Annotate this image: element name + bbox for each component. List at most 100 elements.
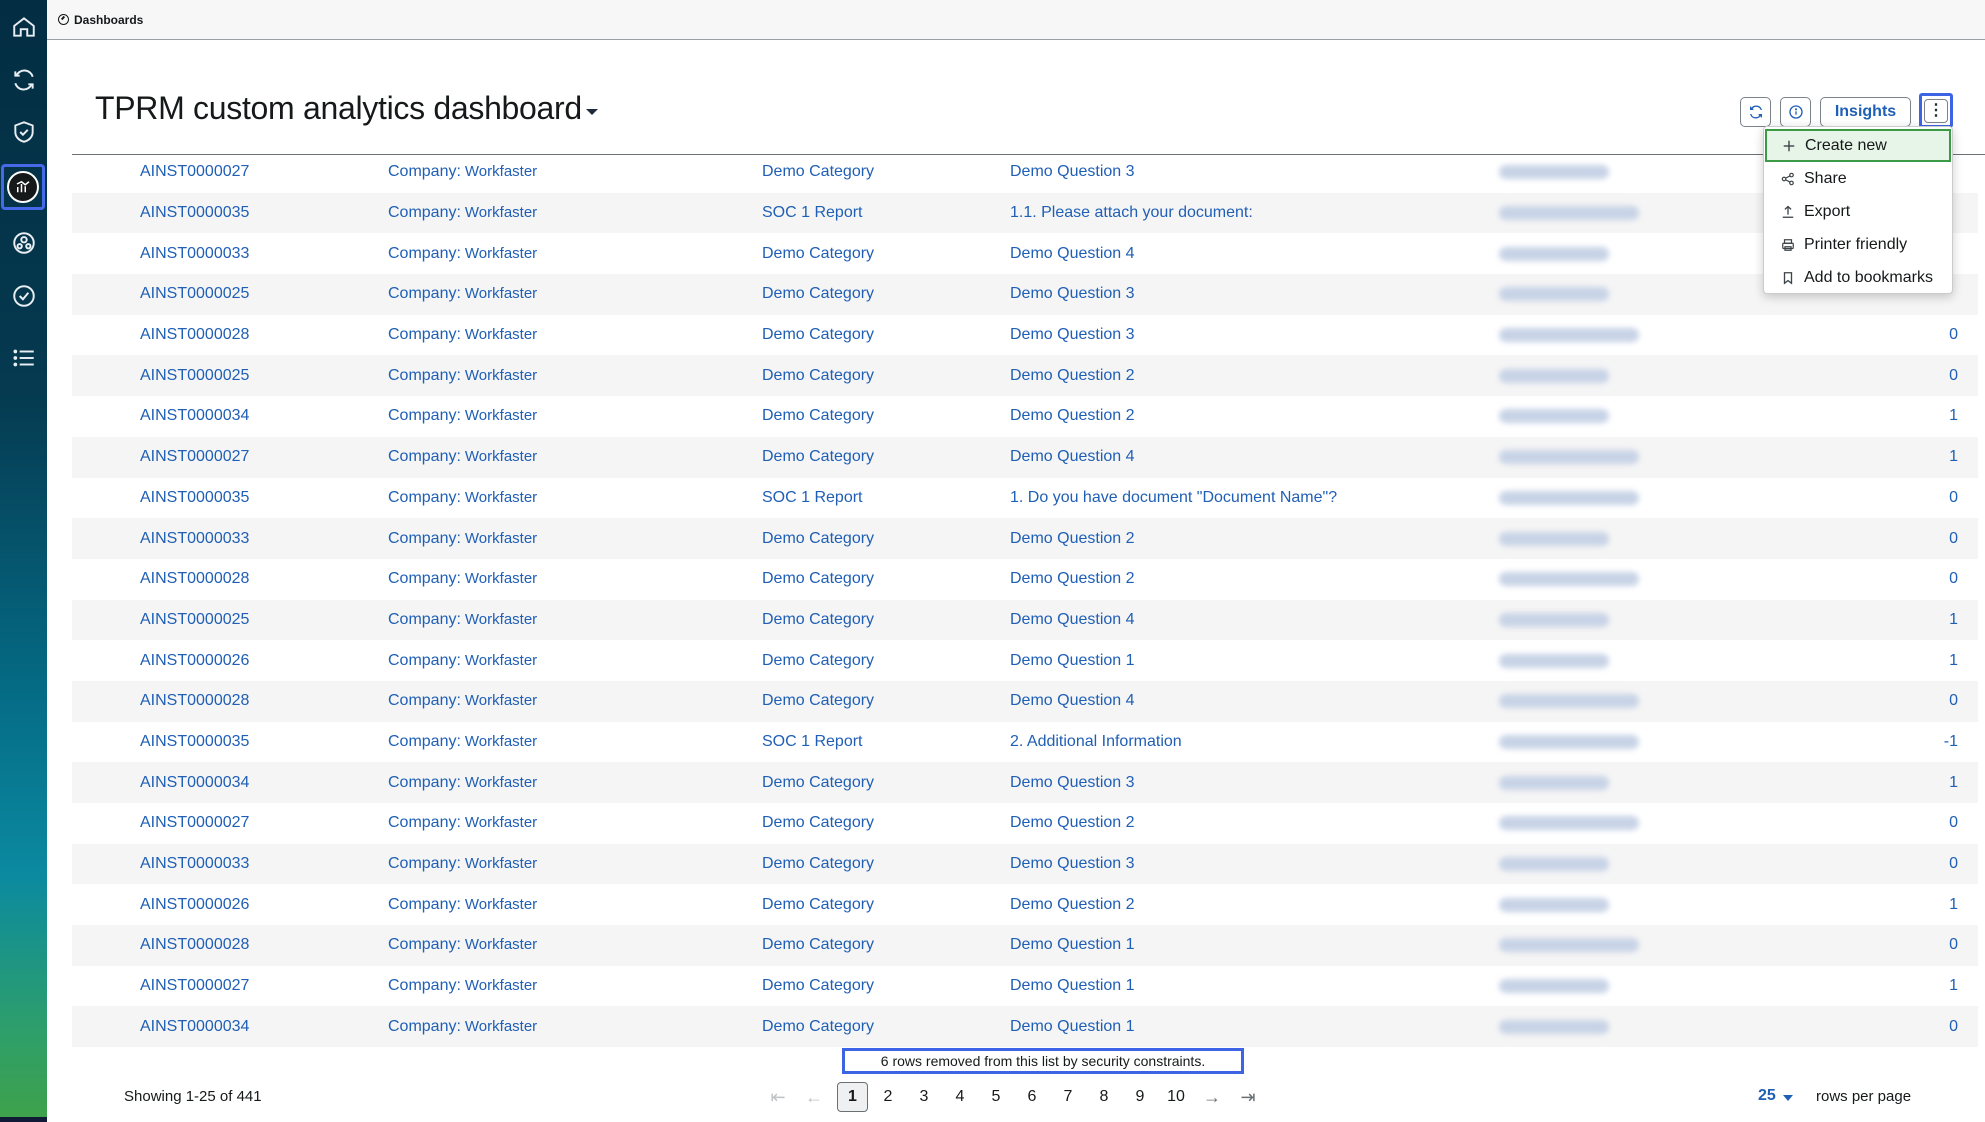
table-row[interactable]: AINST0000026 Company: Workfaster Demo Categ… — [72, 640, 1978, 681]
shield-check-icon[interactable] — [0, 107, 47, 157]
instance-id-link[interactable]: AINST0000027 — [140, 814, 249, 832]
score-value[interactable]: 0 — [1949, 367, 1958, 385]
score-value[interactable]: 0 — [1949, 489, 1958, 507]
list-menu-icon[interactable] — [0, 333, 47, 383]
company-cell[interactable]: Company: Workfaster — [388, 326, 537, 344]
category-link[interactable]: Demo Category — [762, 692, 874, 710]
score-value[interactable]: 1 — [1949, 652, 1958, 670]
question-link[interactable]: Demo Question 3 — [1010, 163, 1135, 181]
insights-button[interactable]: Insights — [1820, 97, 1911, 127]
page-button[interactable]: 3 — [906, 1088, 942, 1106]
question-link[interactable]: Demo Question 4 — [1010, 611, 1135, 629]
first-page-icon[interactable]: ⇤ — [760, 1087, 796, 1108]
score-value[interactable]: 1 — [1949, 407, 1958, 425]
category-link[interactable]: Demo Category — [762, 448, 874, 466]
score-value[interactable]: -1 — [1944, 733, 1958, 751]
question-link[interactable]: Demo Question 2 — [1010, 570, 1135, 588]
company-cell[interactable]: Company: Workfaster — [388, 733, 537, 751]
category-link[interactable]: Demo Category — [762, 163, 874, 181]
table-row[interactable]: AINST0000027 Company: Workfaster Demo Categ… — [72, 436, 1978, 478]
company-cell[interactable]: Company: Workfaster — [388, 855, 537, 873]
page-button[interactable]: 9 — [1122, 1088, 1158, 1106]
company-cell[interactable]: Company: Workfaster — [388, 570, 537, 588]
instance-id-link[interactable]: AINST0000026 — [140, 896, 249, 914]
question-link[interactable]: Demo Question 3 — [1010, 285, 1135, 303]
page-button[interactable]: 5 — [978, 1088, 1014, 1106]
score-value[interactable]: 0 — [1949, 855, 1958, 873]
question-link[interactable]: Demo Question 3 — [1010, 855, 1135, 873]
company-cell[interactable]: Company: Workfaster — [388, 245, 537, 263]
company-cell[interactable]: Company: Workfaster — [388, 814, 537, 832]
category-link[interactable]: Demo Category — [762, 855, 874, 873]
rows-per-page-caret-icon[interactable] — [1783, 1095, 1793, 1101]
score-value[interactable]: 0 — [1949, 692, 1958, 710]
instance-id-link[interactable]: AINST0000035 — [140, 489, 249, 507]
category-link[interactable]: Demo Category — [762, 1018, 874, 1036]
table-row[interactable]: AINST0000035 Company: Workfaster SOC 1 Repo… — [72, 192, 1978, 234]
instance-id-link[interactable]: AINST0000034 — [140, 774, 249, 792]
category-link[interactable]: Demo Category — [762, 326, 874, 344]
category-link[interactable]: SOC 1 Report — [762, 489, 862, 507]
question-link[interactable]: Demo Question 2 — [1010, 530, 1135, 548]
table-row[interactable]: AINST0000034 Company: Workfaster Demo Categ… — [72, 396, 1978, 437]
table-row[interactable]: AINST0000027 Company: Workfaster Demo Categ… — [72, 803, 1978, 844]
company-cell[interactable]: Company: Workfaster — [388, 285, 537, 303]
instance-id-link[interactable]: AINST0000034 — [140, 1018, 249, 1036]
dashboard-switcher-caret-icon[interactable] — [586, 109, 598, 115]
menu-item-share[interactable]: Share — [1764, 162, 1952, 195]
score-value[interactable]: 0 — [1949, 814, 1958, 832]
category-link[interactable]: Demo Category — [762, 774, 874, 792]
category-link[interactable]: Demo Category — [762, 814, 874, 832]
question-link[interactable]: Demo Question 2 — [1010, 367, 1135, 385]
score-value[interactable]: 0 — [1949, 326, 1958, 344]
score-value[interactable]: 0 — [1949, 936, 1958, 954]
score-value[interactable]: 0 — [1949, 530, 1958, 548]
check-circle-icon[interactable] — [0, 271, 47, 321]
rows-per-page-select[interactable]: 25 — [1758, 1087, 1776, 1105]
instance-id-link[interactable]: AINST0000025 — [140, 285, 249, 303]
question-link[interactable]: Demo Question 1 — [1010, 652, 1135, 670]
table-row[interactable]: AINST0000033 Company: Workfaster Demo Categ… — [72, 518, 1978, 559]
category-link[interactable]: Demo Category — [762, 570, 874, 588]
category-link[interactable]: SOC 1 Report — [762, 733, 862, 751]
menu-item-printer-friendly[interactable]: Printer friendly — [1764, 228, 1952, 261]
question-link[interactable]: Demo Question 2 — [1010, 814, 1135, 832]
category-link[interactable]: Demo Category — [762, 285, 874, 303]
instance-id-link[interactable]: AINST0000035 — [140, 733, 249, 751]
score-value[interactable]: 1 — [1949, 977, 1958, 995]
company-cell[interactable]: Company: Workfaster — [388, 896, 537, 914]
company-cell[interactable]: Company: Workfaster — [388, 489, 537, 507]
instance-id-link[interactable]: AINST0000033 — [140, 245, 249, 263]
table-row[interactable]: AINST0000028 Company: Workfaster Demo Categ… — [72, 559, 1978, 600]
table-row[interactable]: AINST0000035 Company: Workfaster SOC 1 Repo… — [72, 478, 1978, 519]
question-link[interactable]: Demo Question 1 — [1010, 977, 1135, 995]
question-link[interactable]: Demo Question 4 — [1010, 448, 1135, 466]
instance-id-link[interactable]: AINST0000025 — [140, 611, 249, 629]
menu-item-create-new[interactable]: Create new — [1765, 129, 1951, 162]
table-row[interactable]: AINST0000033 Company: Workfaster Demo Categ… — [72, 843, 1978, 885]
instance-id-link[interactable]: AINST0000033 — [140, 855, 249, 873]
category-link[interactable]: Demo Category — [762, 611, 874, 629]
table-row[interactable]: AINST0000033 Company: Workfaster Demo Categ… — [72, 233, 1978, 274]
instance-id-link[interactable]: AINST0000027 — [140, 977, 249, 995]
previous-page-icon[interactable]: ← — [796, 1087, 832, 1108]
company-cell[interactable]: Company: Workfaster — [388, 407, 537, 425]
table-row[interactable]: AINST0000025 Company: Workfaster Demo Categ… — [72, 355, 1978, 397]
vendor-network-icon[interactable] — [0, 218, 47, 268]
table-row[interactable]: AINST0000034 Company: Workfaster Demo Categ… — [72, 762, 1978, 803]
instance-id-link[interactable]: AINST0000026 — [140, 652, 249, 670]
instance-id-link[interactable]: AINST0000028 — [140, 570, 249, 588]
analytics-icon[interactable] — [1, 164, 45, 210]
company-cell[interactable]: Company: Workfaster — [388, 936, 537, 954]
company-cell[interactable]: Company: Workfaster — [388, 367, 537, 385]
question-link[interactable]: Demo Question 1 — [1010, 936, 1135, 954]
page-button[interactable]: 7 — [1050, 1088, 1086, 1106]
table-row[interactable]: AINST0000028 Company: Workfaster Demo Categ… — [72, 680, 1978, 722]
category-link[interactable]: Demo Category — [762, 977, 874, 995]
instance-id-link[interactable]: AINST0000025 — [140, 367, 249, 385]
last-page-icon[interactable]: ⇥ — [1230, 1087, 1266, 1108]
table-row[interactable]: AINST0000035 Company: Workfaster SOC 1 Repo… — [72, 722, 1978, 763]
company-cell[interactable]: Company: Workfaster — [388, 1018, 537, 1036]
instance-id-link[interactable]: AINST0000034 — [140, 407, 249, 425]
category-link[interactable]: Demo Category — [762, 367, 874, 385]
